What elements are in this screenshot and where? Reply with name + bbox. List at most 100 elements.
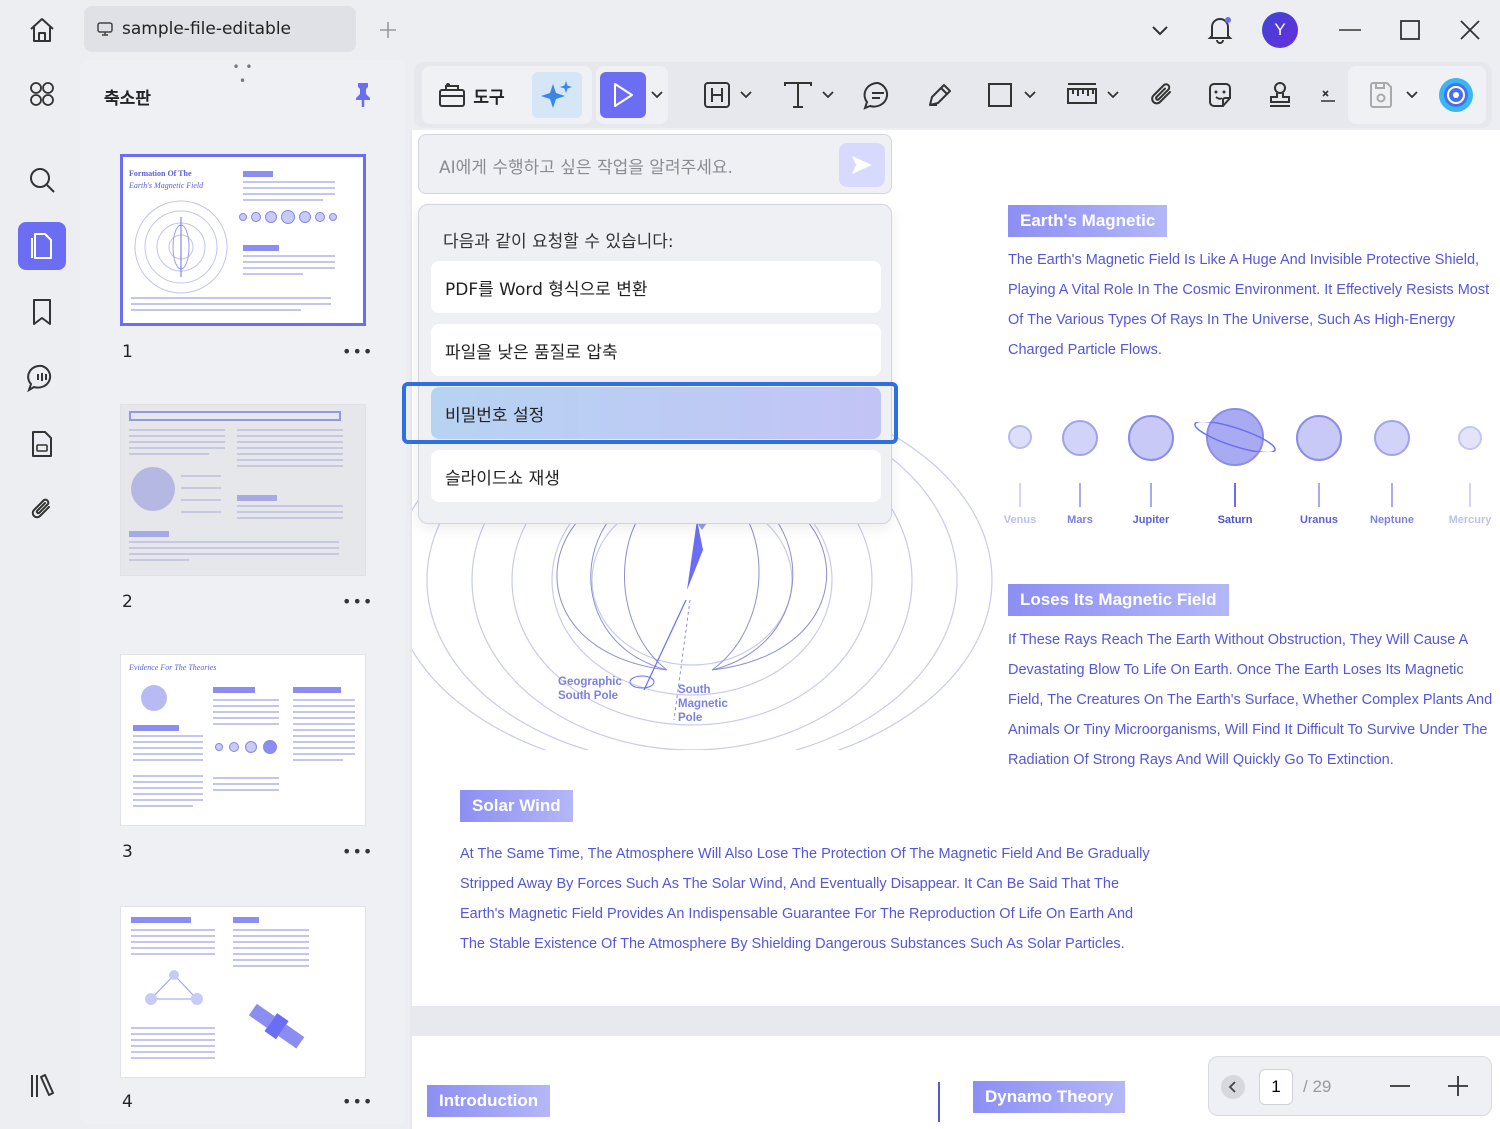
comment-icon bbox=[27, 364, 52, 393]
chevron-down-icon bbox=[651, 91, 663, 99]
close-icon bbox=[1460, 20, 1480, 40]
select-tool-button[interactable] bbox=[600, 72, 646, 118]
page-total: / 29 bbox=[1303, 1077, 1332, 1096]
heading-tool-button[interactable] bbox=[698, 72, 756, 118]
signature-tool-button[interactable] bbox=[1316, 72, 1340, 118]
paperclip-icon bbox=[31, 498, 50, 519]
sticker-icon bbox=[1209, 83, 1231, 107]
pen-tool-button[interactable] bbox=[920, 72, 960, 118]
sticker-tool-button[interactable] bbox=[1200, 72, 1240, 118]
section3-line: Stripped Away By Forces Such As The Sola… bbox=[460, 876, 1120, 892]
thumbnail-panel: • • • 축소판 Formation Of The Earth's Magne… bbox=[80, 60, 406, 1124]
chevron-left-icon bbox=[1228, 1081, 1236, 1093]
minimize-icon bbox=[1339, 29, 1361, 31]
search-icon bbox=[30, 168, 55, 193]
thumb-2-more-button[interactable]: ••• bbox=[342, 592, 373, 611]
home-button[interactable] bbox=[18, 8, 66, 52]
saturn-ring bbox=[1194, 422, 1276, 452]
new-tab-button[interactable] bbox=[372, 12, 404, 48]
ai-assistant-icon bbox=[1439, 78, 1473, 112]
planet-label-mercury: Mercury bbox=[1448, 514, 1492, 526]
rail-grid-button[interactable] bbox=[18, 70, 66, 118]
library-icon bbox=[31, 1074, 54, 1097]
tools-button[interactable]: 도구 bbox=[428, 72, 514, 118]
signature-icon bbox=[1321, 90, 1335, 102]
stamp-tool-button[interactable] bbox=[1260, 72, 1300, 118]
notifications-button[interactable] bbox=[1202, 10, 1238, 48]
suggestion-convert-to-word[interactable]: PDF를 Word 형식으로 변환 bbox=[431, 261, 881, 313]
attach-tool-button[interactable] bbox=[1142, 72, 1182, 118]
select-tool-dropdown[interactable] bbox=[650, 72, 664, 118]
cursor-arrow-icon bbox=[614, 83, 633, 107]
section2-line: Animals Or Tiny Microorganisms, Will Fin… bbox=[1008, 722, 1488, 738]
pin-icon bbox=[356, 83, 370, 107]
suggestion-play-slideshow[interactable]: 슬라이드쇼 재생 bbox=[431, 450, 881, 502]
bell-icon bbox=[1207, 17, 1233, 44]
suggestion-set-password[interactable]: 비밀번호 설정 bbox=[431, 387, 881, 439]
section-heading-dynamo-theory: Dynamo Theory bbox=[973, 1081, 1126, 1113]
document-tab[interactable]: sample-file-editable bbox=[84, 6, 356, 52]
save-dropdown[interactable] bbox=[1404, 72, 1420, 118]
maximize-button[interactable] bbox=[1392, 12, 1428, 48]
ai-suggestions-title: 다음과 같이 요청할 수 있습니다: bbox=[443, 232, 674, 252]
thumb-3-number: 3 bbox=[122, 842, 133, 862]
rail-search-button[interactable] bbox=[18, 156, 66, 204]
planet-mars bbox=[1062, 420, 1098, 456]
panel-resize-grip[interactable]: • • • bbox=[228, 60, 258, 88]
zoom-out-button[interactable] bbox=[1385, 1071, 1415, 1101]
chevron-down-icon bbox=[1024, 91, 1036, 99]
text-icon bbox=[784, 82, 812, 108]
geo-south-line-1: Geographic bbox=[558, 676, 622, 688]
pin-panel-button[interactable] bbox=[346, 78, 380, 112]
measure-tool-button[interactable] bbox=[1060, 72, 1124, 118]
thumb-1-more-button[interactable]: ••• bbox=[342, 342, 373, 361]
chevron-down-icon bbox=[822, 91, 834, 99]
close-window-button[interactable] bbox=[1452, 12, 1488, 48]
page-thumbnail-1[interactable]: Formation Of The Earth's Magnetic Field bbox=[120, 154, 366, 326]
left-icon-rail bbox=[8, 60, 78, 1124]
page-thumbnail-3[interactable]: Evidence For The Theories bbox=[120, 654, 366, 826]
user-avatar[interactable]: Y bbox=[1262, 12, 1298, 48]
planet-jupiter bbox=[1128, 415, 1174, 461]
ai-prompt-input[interactable]: AI에게 수행하고 싶은 작업을 알려주세요. bbox=[418, 134, 892, 194]
rail-thumbnails-button[interactable] bbox=[18, 222, 66, 270]
tab-list-button[interactable] bbox=[1142, 12, 1178, 48]
text-tool-button[interactable] bbox=[776, 72, 840, 118]
thumb-4-more-button[interactable]: ••• bbox=[342, 1092, 373, 1111]
previous-page-button[interactable] bbox=[1221, 1075, 1245, 1099]
page-thumbnail-4[interactable] bbox=[120, 906, 366, 1078]
page-navigation: / 29 bbox=[1208, 1056, 1492, 1116]
page-icon bbox=[31, 233, 52, 259]
thumbnail-panel-title: 축소판 bbox=[104, 89, 151, 109]
zoom-in-button[interactable] bbox=[1443, 1071, 1473, 1101]
ai-send-button[interactable] bbox=[839, 143, 885, 187]
rail-library-button[interactable] bbox=[18, 1062, 66, 1110]
thumb-1-number: 1 bbox=[122, 342, 133, 362]
thumb-2-number: 2 bbox=[122, 592, 133, 612]
comment-tool-button[interactable] bbox=[858, 72, 898, 118]
rail-bookmark-button[interactable] bbox=[18, 288, 66, 336]
section-heading-loses-magnetic-field: Loses Its Magnetic Field bbox=[1008, 584, 1229, 616]
ai-assistant-button[interactable] bbox=[532, 72, 582, 118]
minimize-button[interactable] bbox=[1332, 12, 1368, 48]
toolbox-icon bbox=[439, 83, 466, 107]
planet-neptune bbox=[1374, 420, 1410, 456]
suggestion-compress-file[interactable]: 파일을 낮은 품질로 압축 bbox=[431, 324, 881, 376]
ai-chat-button[interactable] bbox=[1434, 72, 1478, 118]
save-button[interactable] bbox=[1358, 72, 1402, 118]
thumb-3-more-button[interactable]: ••• bbox=[342, 842, 373, 861]
heading-icon bbox=[704, 82, 730, 108]
bookmark-icon bbox=[33, 299, 51, 325]
mag-south-line-1: South bbox=[678, 684, 711, 696]
rail-comments-button[interactable] bbox=[18, 354, 66, 402]
section1-line: Playing A Vital Role In The Cosmic Envir… bbox=[1008, 282, 1490, 298]
chevron-down-icon bbox=[740, 91, 752, 99]
planet-label-mars: Mars bbox=[1067, 514, 1093, 526]
rail-attachments-list-button[interactable] bbox=[18, 420, 66, 468]
rail-attachment-button[interactable] bbox=[18, 486, 66, 534]
page-number-input[interactable] bbox=[1259, 1069, 1293, 1105]
shape-tool-button[interactable] bbox=[980, 72, 1042, 118]
minus-icon bbox=[1390, 1085, 1410, 1087]
page-thumbnail-2[interactable] bbox=[120, 404, 366, 576]
section-heading-introduction: Introduction bbox=[427, 1085, 551, 1117]
